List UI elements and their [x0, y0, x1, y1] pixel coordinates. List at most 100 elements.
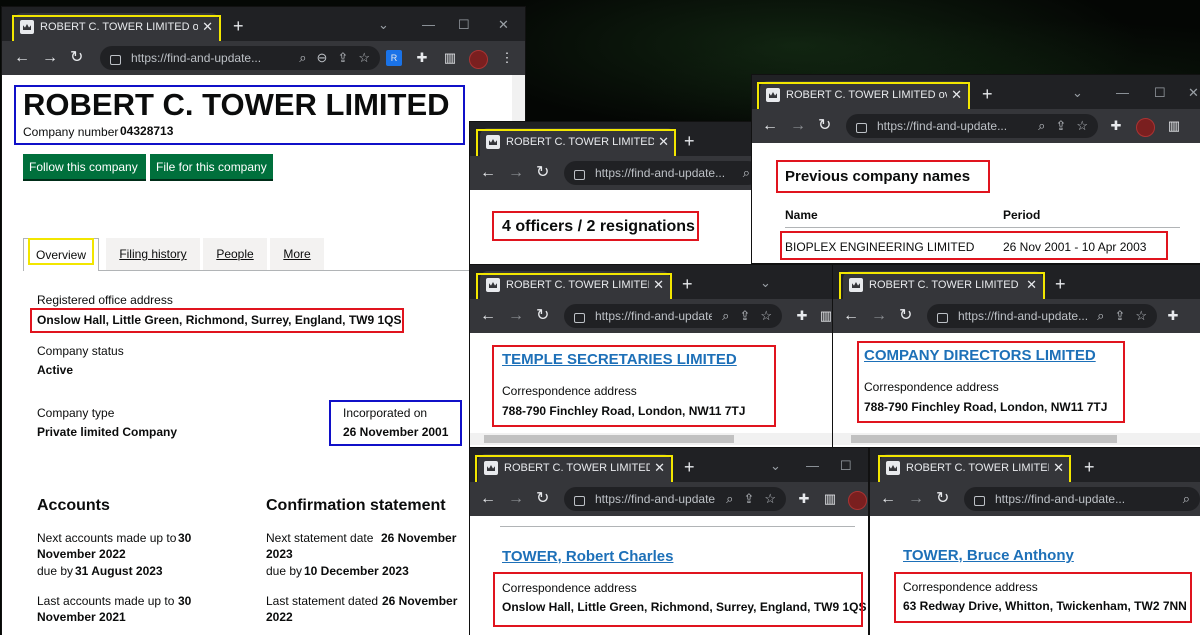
- back-icon[interactable]: ←: [480, 490, 496, 508]
- share-icon[interactable]: ⇪: [1055, 118, 1066, 134]
- plus-icon[interactable]: +: [982, 85, 993, 103]
- close-window-icon[interactable]: ✕: [1188, 85, 1199, 101]
- plus-icon[interactable]: +: [1055, 275, 1066, 293]
- extensions-icon[interactable]: ✚: [1108, 118, 1124, 134]
- extensions-icon[interactable]: ✚: [414, 50, 430, 66]
- share-icon[interactable]: ⇪: [1114, 308, 1125, 324]
- toolbar: ← → ↻ https://find-and-update... ⌕ ⇪ ☆ ✚: [833, 299, 1200, 333]
- scrollbar-thumb[interactable]: [851, 435, 1117, 443]
- reload-icon[interactable]: ↻: [536, 307, 549, 325]
- avatar[interactable]: [1136, 118, 1155, 137]
- maximize-icon[interactable]: ☐: [458, 17, 470, 33]
- chevron-down-icon[interactable]: ⌄: [770, 458, 781, 474]
- reload-icon[interactable]: ↻: [70, 49, 83, 67]
- reload-icon[interactable]: ↻: [899, 307, 912, 325]
- chevron-down-icon[interactable]: ⌄: [760, 275, 771, 291]
- url-text: https://find-and-update...: [595, 309, 713, 323]
- follow-button[interactable]: Follow this company: [23, 154, 146, 179]
- horizontal-scrollbar[interactable]: [833, 433, 1200, 445]
- highlight-overview-tab: [28, 238, 94, 265]
- search-icon[interactable]: ⌕: [299, 50, 306, 66]
- sidebar-icon[interactable]: ▥: [818, 308, 832, 324]
- sidebar-icon[interactable]: ▥: [442, 50, 458, 66]
- chevron-down-icon[interactable]: ⌄: [378, 17, 389, 33]
- star-icon[interactable]: ☆: [358, 50, 370, 66]
- address-bar[interactable]: https://find-and-update... ⌕ ⇪ ☆: [846, 114, 1098, 138]
- extensions-icon[interactable]: ✚: [796, 491, 812, 507]
- share-icon[interactable]: ⇪: [337, 50, 348, 66]
- star-icon[interactable]: ☆: [760, 308, 772, 324]
- back-icon[interactable]: ←: [880, 490, 896, 508]
- search-icon[interactable]: ⌕: [722, 308, 729, 324]
- plus-icon[interactable]: +: [1084, 458, 1095, 476]
- address-bar[interactable]: https://find-and-update... ⌕: [564, 161, 760, 185]
- tab-people[interactable]: People: [203, 238, 267, 270]
- minimize-icon[interactable]: —: [806, 458, 819, 473]
- chevron-down-icon[interactable]: ⌄: [1072, 85, 1083, 101]
- forward-icon[interactable]: →: [508, 490, 524, 508]
- scrollbar-thumb[interactable]: [484, 435, 734, 443]
- minimize-icon[interactable]: —: [422, 17, 435, 32]
- search-icon[interactable]: ⌕: [1097, 308, 1104, 324]
- extensions-icon[interactable]: ✚: [1165, 308, 1181, 324]
- back-icon[interactable]: ←: [843, 307, 859, 325]
- file-button[interactable]: File for this company: [150, 154, 273, 179]
- browser-window-officer-3: ROBERT C. TOWER LIMITED people ✕ + ⌄ — ☐…: [470, 448, 868, 635]
- company-type: Private limited Company: [37, 425, 178, 439]
- plus-icon[interactable]: +: [684, 458, 695, 476]
- reload-icon[interactable]: ↻: [818, 117, 831, 135]
- search-icon[interactable]: ⌕: [1038, 118, 1045, 134]
- tab-more[interactable]: More: [270, 238, 324, 270]
- officer-name-link[interactable]: TOWER, Bruce Anthony: [903, 547, 1074, 564]
- share-icon[interactable]: ⇪: [739, 308, 750, 324]
- star-icon[interactable]: ☆: [1076, 118, 1088, 134]
- reload-icon[interactable]: ↻: [536, 490, 549, 508]
- forward-icon[interactable]: →: [508, 307, 524, 325]
- plus-icon[interactable]: +: [684, 132, 695, 150]
- minimize-icon[interactable]: —: [1116, 85, 1129, 100]
- avatar[interactable]: [469, 50, 488, 69]
- back-icon[interactable]: ←: [762, 117, 778, 135]
- horizontal-scrollbar[interactable]: [470, 433, 832, 445]
- plus-icon[interactable]: +: [233, 17, 244, 35]
- maximize-icon[interactable]: ☐: [1154, 85, 1166, 101]
- forward-icon[interactable]: →: [42, 49, 58, 67]
- star-icon[interactable]: ☆: [764, 491, 776, 507]
- extensions-icon[interactable]: ✚: [794, 308, 810, 324]
- back-icon[interactable]: ←: [480, 164, 496, 182]
- address-bar[interactable]: https://find-and-update... ⌕ ⊖ ⇪ ☆: [100, 46, 380, 70]
- menu-icon[interactable]: ⋮: [499, 50, 515, 66]
- table-divider: [785, 227, 1180, 228]
- back-icon[interactable]: ←: [480, 307, 496, 325]
- reload-icon[interactable]: ↻: [536, 164, 549, 182]
- address-bar[interactable]: https://find-and-update... ⌕ ⇪ ☆: [564, 304, 782, 328]
- avatar[interactable]: [848, 491, 867, 510]
- highlight-officer-4: [894, 572, 1192, 623]
- star-icon[interactable]: ☆: [1135, 308, 1147, 324]
- close-window-icon[interactable]: ✕: [498, 17, 509, 33]
- address-bar[interactable]: https://find-and-update... ⌕ ⇪ ☆: [564, 487, 786, 511]
- zoom-icon[interactable]: ⊖: [317, 50, 328, 66]
- tab-filing-history[interactable]: Filing history: [106, 238, 200, 270]
- tab-more-label: More: [283, 247, 311, 261]
- forward-icon[interactable]: →: [871, 307, 887, 325]
- address-bar[interactable]: https://find-and-update... ⌕ ⇪ ☆: [927, 304, 1157, 328]
- share-icon[interactable]: ⇪: [743, 491, 754, 507]
- sidebar-icon[interactable]: ▥: [822, 491, 838, 507]
- sidebar-icon[interactable]: ▥: [1166, 118, 1182, 134]
- search-icon[interactable]: ⌕: [743, 165, 750, 181]
- forward-icon[interactable]: →: [908, 490, 924, 508]
- extension-icon[interactable]: R: [386, 50, 402, 66]
- search-icon[interactable]: ⌕: [1183, 491, 1190, 507]
- forward-icon[interactable]: →: [790, 117, 806, 135]
- accounts-last-date-a: 30: [178, 594, 192, 608]
- search-icon[interactable]: ⌕: [726, 491, 733, 507]
- back-icon[interactable]: ←: [14, 49, 30, 67]
- plus-icon[interactable]: +: [682, 275, 693, 293]
- maximize-icon[interactable]: ☐: [840, 458, 852, 474]
- officer-name-link[interactable]: TOWER, Robert Charles: [502, 548, 673, 565]
- confirmation-due-label: due by: [266, 564, 303, 578]
- address-bar[interactable]: https://find-and-update... ⌕: [964, 487, 1200, 511]
- reload-icon[interactable]: ↻: [936, 490, 949, 508]
- forward-icon[interactable]: →: [508, 164, 524, 182]
